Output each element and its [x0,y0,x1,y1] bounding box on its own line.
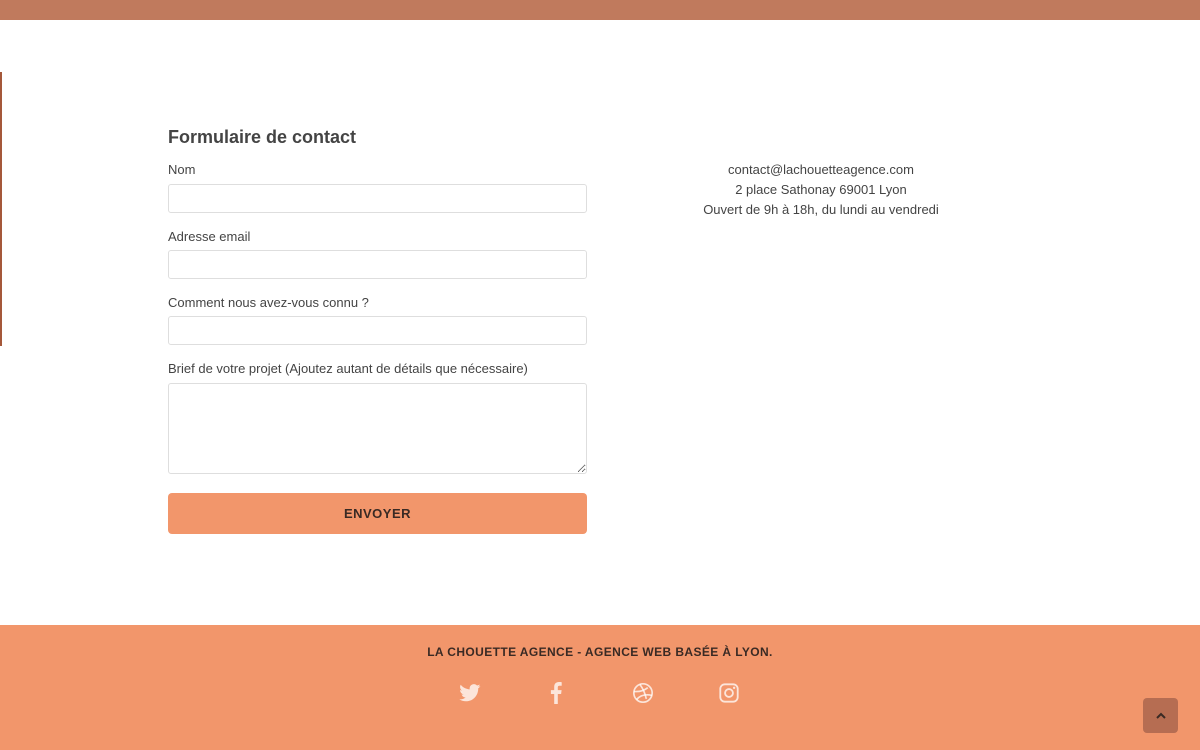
email-label: Adresse email [168,229,251,244]
email-input[interactable] [168,250,587,279]
facebook-icon[interactable] [543,680,569,706]
left-accent-line [0,72,2,346]
brief-textarea[interactable] [168,383,587,474]
contact-hours: Ouvert de 9h à 18h, du lundi au vendredi [703,202,939,217]
contact-info: contact@lachouetteagence.com 2 place Sat… [680,160,962,220]
contact-email: contact@lachouetteagence.com [728,162,914,177]
top-banner [0,0,1200,20]
footer-title: LA CHOUETTE AGENCE - AGENCE WEB BASÉE À … [427,645,773,659]
form-title: Formulaire de contact [168,127,357,147]
dribbble-icon[interactable] [630,680,656,706]
referral-input[interactable] [168,316,587,345]
referral-label: Comment nous avez-vous connu ? [168,295,369,310]
name-label: Nom [168,162,196,177]
contact-address: 2 place Sathonay 69001 Lyon [735,182,907,197]
twitter-icon[interactable] [457,680,483,706]
brief-label: Brief de votre projet (Ajoutez autant de… [168,361,528,376]
footer: LA CHOUETTE AGENCE - AGENCE WEB BASÉE À … [0,625,1200,750]
chevron-up-icon [1155,712,1166,719]
instagram-icon[interactable] [716,680,742,706]
contact-form: Formulaire de contact Nom Adresse email … [168,126,587,534]
name-input[interactable] [168,184,587,213]
scroll-to-top-button[interactable] [1143,698,1178,733]
send-button[interactable]: ENVOYER [168,493,587,534]
